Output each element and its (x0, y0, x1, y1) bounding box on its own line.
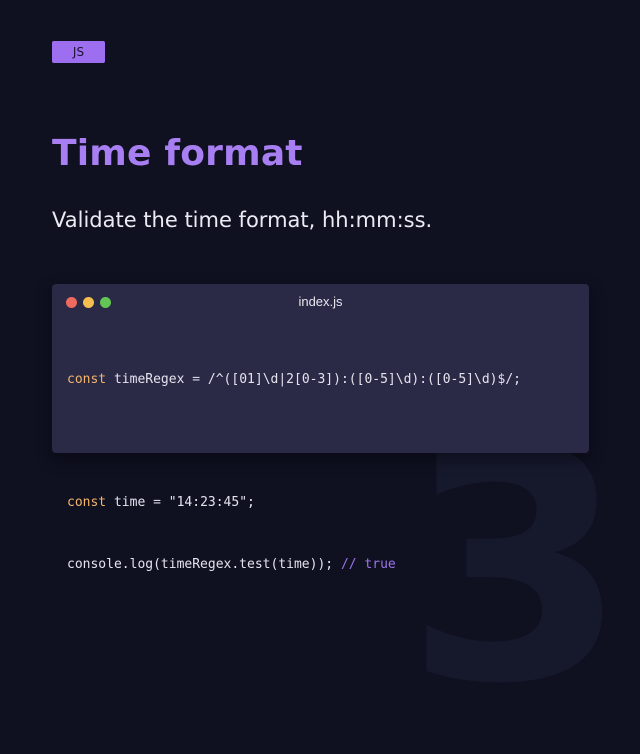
code-line-1: const timeRegex = /^([01]\d|2[0-3]):([0-… (67, 370, 521, 391)
regex-literal: /^([01]\d|2[0-3]):([0-5]\d):([0-5]\d)$/; (207, 372, 521, 387)
page-subtitle: Validate the time format, hh:mm:ss. (52, 208, 433, 232)
page-title: Time format (52, 133, 303, 174)
language-badge: JS (52, 41, 105, 63)
code-line-3: const time = "14:23:45"; (67, 493, 521, 514)
file-name-tab: index.js (298, 294, 343, 309)
code-block: const timeRegex = /^([01]\d|2[0-3]):([0-… (67, 329, 521, 616)
keyword-const: const (67, 372, 107, 387)
identifier: timeRegex (113, 372, 185, 387)
identifier: time (113, 495, 146, 510)
code-line-2-blank (67, 432, 521, 453)
string-literal: "14:23:45"; (168, 495, 255, 510)
function-call: console.log(timeRegex.test(time)); (67, 556, 334, 572)
code-window: index.js const timeRegex = /^([01]\d|2[0… (52, 284, 589, 572)
code-line-4: console.log(timeRegex.test(time)); // tr… (67, 555, 521, 576)
code-comment: // true (340, 556, 396, 572)
operator: = (153, 495, 161, 510)
keyword-const: const (67, 495, 107, 510)
operator: = (192, 372, 201, 387)
